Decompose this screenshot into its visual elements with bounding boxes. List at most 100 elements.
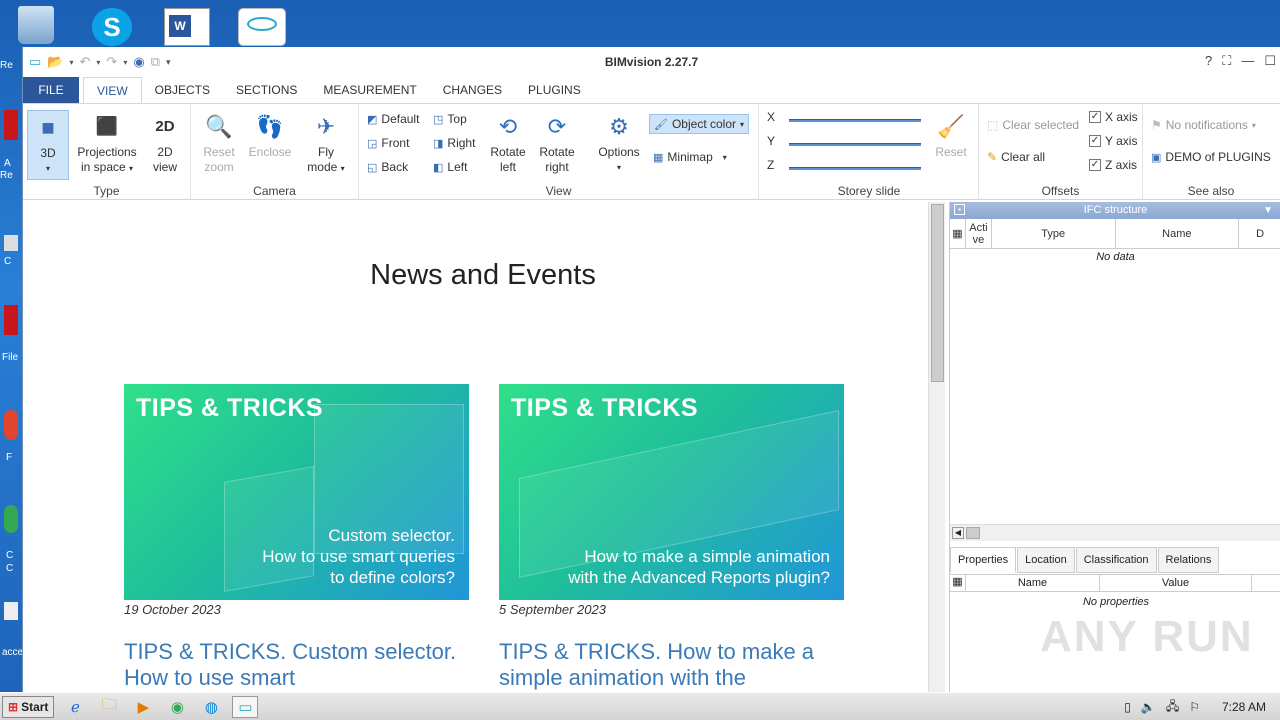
clear-selected-button[interactable]: ⬚ Clear selected (987, 118, 1079, 132)
card-headline-link[interactable]: TIPS & TRICKS. Custom selector. How to u… (124, 639, 469, 691)
rotate-right-button[interactable]: ⟳ Rotate right (535, 110, 579, 175)
maximize-icon[interactable]: ☐ (1264, 53, 1276, 69)
tab-sections[interactable]: SECTIONS (223, 77, 310, 103)
x-slider[interactable] (789, 119, 921, 122)
view-top-button[interactable]: ◳ Top (433, 112, 467, 126)
card-banner: TIPS & TRICKS (136, 394, 324, 422)
view-left-button[interactable]: ◧ Left (433, 160, 467, 174)
network-icon[interactable]: 🖧 (1166, 697, 1179, 718)
tab-view[interactable]: VIEW (83, 77, 142, 103)
y-slider[interactable] (789, 143, 921, 146)
y-label: Y (767, 134, 776, 148)
panel-pin-icon[interactable]: ▪ (954, 204, 965, 215)
rotate-left-button[interactable]: ⟲ Rotate left (487, 110, 529, 175)
enclose-button[interactable]: 👣 Enclose (245, 110, 295, 160)
options-button[interactable]: ⚙ Options ▾ (595, 110, 643, 175)
label: Rotate (490, 145, 526, 159)
tab-properties[interactable]: Properties (950, 547, 1017, 573)
minimize-icon[interactable]: — (1241, 53, 1254, 69)
chrome-icon[interactable] (4, 505, 18, 533)
clear-all-button[interactable]: ✎ Clear all (987, 150, 1045, 164)
tab-plugins[interactable]: PLUGINS (515, 77, 594, 103)
firefox-icon[interactable] (4, 410, 18, 440)
card-date: 19 October 2023 (124, 602, 221, 617)
bimvision-taskbar-icon[interactable]: ▭ (232, 695, 259, 718)
edge-icon[interactable]: ◍ (198, 696, 224, 718)
fly-mode-button[interactable]: ✈ Fly mode ▾ (303, 110, 349, 176)
view-back-button[interactable]: ◱ Back (367, 160, 408, 174)
column-active[interactable]: Acti ve (966, 219, 992, 248)
ifc-horizontal-scrollbar[interactable]: ◀ (950, 524, 1280, 541)
label: Default (381, 112, 420, 126)
content-scrollbar[interactable] (928, 202, 945, 692)
explorer-icon[interactable]: 🗀 (96, 696, 122, 718)
panel-dropdown-icon[interactable]: ▼ (1263, 202, 1273, 219)
media-player-icon[interactable]: ▶ (130, 696, 156, 718)
object-color-button[interactable]: 🖌 Object color ▾ (649, 114, 750, 134)
news-card-image[interactable]: TIPS & TRICKS Custom selector. How to us… (124, 384, 469, 600)
reset-zoom-button[interactable]: 🔍 Reset zoom (197, 110, 241, 175)
scroll-left-icon[interactable]: ◀ (952, 527, 964, 539)
2d-view-button[interactable]: 2D 2D view (145, 110, 185, 175)
tab-measurement[interactable]: MEASUREMENT (310, 77, 429, 103)
ribbon-tabs: FILE VIEW OBJECTS SECTIONS MEASUREMENT C… (23, 77, 1280, 104)
volume-icon[interactable]: 🔈 (1141, 700, 1156, 714)
tab-file[interactable]: FILE (23, 77, 79, 103)
view-right-button[interactable]: ◨ Right (433, 136, 475, 150)
demo-plugins-button[interactable]: ▣ DEMO of PLUGINS (1151, 150, 1271, 164)
properties-table-header: ▦ Name Value (950, 574, 1280, 592)
y-axis-checkbox[interactable]: ✓ Y axis (1089, 134, 1137, 148)
ie-icon[interactable]: ℯ (62, 696, 88, 718)
app-icon[interactable] (4, 602, 18, 620)
fullscreen-icon[interactable]: ⛶ (1222, 53, 1231, 69)
news-card[interactable]: TIPS & TRICKS How to make a simple anima… (499, 384, 844, 691)
card-headline-link[interactable]: TIPS & TRICKS. How to make a simple anim… (499, 639, 844, 691)
news-card-image[interactable]: TIPS & TRICKS How to make a simple anima… (499, 384, 844, 600)
filezilla-icon[interactable] (4, 305, 18, 335)
word-icon[interactable]: W (164, 8, 210, 46)
bimvision-icon[interactable] (238, 8, 286, 46)
z-axis-checkbox[interactable]: ✓ Z axis (1089, 158, 1137, 172)
column-name[interactable]: Name (966, 575, 1100, 591)
action-center-flag-icon[interactable]: ⚐ (1189, 700, 1200, 714)
view-default-button[interactable]: ◩ Default (367, 112, 419, 126)
desktop-left-strip: Re A Re C File F C C acce (0, 0, 23, 692)
column-d[interactable]: D (1239, 219, 1280, 248)
tab-relations[interactable]: Relations (1157, 547, 1220, 573)
tab-location[interactable]: Location (1017, 547, 1075, 573)
chrome-icon[interactable]: ◉ (164, 696, 190, 718)
recycle-bin-icon[interactable] (18, 6, 54, 44)
title-bar: ▭ 📂 ▾ ↶ ▾ ↷ ▾ ◉ ⧉ ▾ BIMvision 2.27.7 ? ⛶… (23, 47, 1280, 77)
gear-icon: ⚙ (609, 113, 629, 139)
table-options-icon[interactable]: ▦ (950, 219, 966, 248)
reset-storey-button[interactable]: 🧹 Reset (931, 110, 971, 160)
table-options-icon[interactable]: ▦ (950, 575, 966, 591)
start-button[interactable]: ⊞ Start (2, 695, 55, 718)
ifc-structure-header: ▪ IFC structure ▼ (950, 202, 1280, 219)
column-value[interactable]: Value (1100, 575, 1252, 591)
notifications-button[interactable]: ⚑ No notifications ▾ (1151, 118, 1256, 132)
z-slider[interactable] (789, 167, 921, 170)
x-axis-checkbox[interactable]: ✓ X axis (1089, 110, 1138, 124)
tab-classification[interactable]: Classification (1075, 547, 1157, 573)
app-icon[interactable] (4, 235, 18, 251)
scrollbar-thumb[interactable] (966, 527, 980, 539)
view-front-button[interactable]: ◲ Front (367, 136, 409, 150)
tab-objects[interactable]: OBJECTS (142, 77, 223, 103)
column-name[interactable]: Name (1116, 219, 1240, 248)
news-card[interactable]: TIPS & TRICKS Custom selector. How to us… (124, 384, 469, 691)
projections-button[interactable]: ⬛ Projections in space ▾ (75, 110, 139, 176)
tab-changes[interactable]: CHANGES (430, 77, 515, 103)
scrollbar-thumb[interactable] (931, 204, 944, 382)
label: No notifications (1165, 118, 1248, 132)
app-icon[interactable] (4, 110, 18, 140)
clock[interactable]: 7:28 AM (1222, 700, 1266, 714)
minimap-button[interactable]: ▦ Minimap ▾ (653, 150, 727, 164)
help-icon[interactable]: ? (1205, 53, 1212, 69)
show-hidden-icon[interactable]: ▯ (1124, 700, 1131, 714)
label: left (499, 160, 516, 174)
skype-icon[interactable]: S (92, 8, 132, 46)
column-type[interactable]: Type (992, 219, 1116, 248)
3d-button[interactable]: ■ 3D ▾ (27, 110, 69, 180)
group-camera: 🔍 Reset zoom 👣 Enclose ✈ Fly mode ▾ Came… (191, 104, 359, 200)
